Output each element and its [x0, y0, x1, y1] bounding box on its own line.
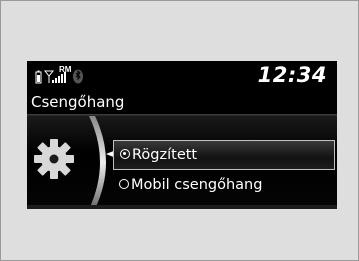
- option-mobile-ringtone[interactable]: Mobil csengőhang: [113, 174, 333, 196]
- roaming-icon: RM: [59, 65, 72, 74]
- page-frame: RM 12:34 Csengőhang Rögzített Mobil csen…: [0, 0, 359, 261]
- option-label: Mobil csengőhang: [131, 177, 263, 193]
- bottom-bar: [27, 205, 337, 209]
- clock-time: 12:34: [257, 63, 327, 87]
- settings-gear-icon: [34, 139, 74, 179]
- menu-content: Rögzített Mobil csengőhang: [27, 116, 337, 209]
- display-screen: RM 12:34 Csengőhang Rögzített Mobil csen…: [27, 61, 337, 209]
- screen-title: Csengőhang: [31, 93, 125, 111]
- status-bar: RM 12:34: [27, 61, 337, 93]
- radio-selected-icon: [120, 149, 130, 159]
- bluetooth-icon: [73, 69, 83, 84]
- option-label: Rögzített: [132, 147, 198, 163]
- radio-unselected-icon: [119, 179, 129, 189]
- status-icons: RM: [35, 65, 83, 84]
- selector-arc: [89, 116, 106, 209]
- option-fixed-ringtone[interactable]: Rögzített: [113, 140, 335, 170]
- phone-battery-icon: [35, 70, 42, 84]
